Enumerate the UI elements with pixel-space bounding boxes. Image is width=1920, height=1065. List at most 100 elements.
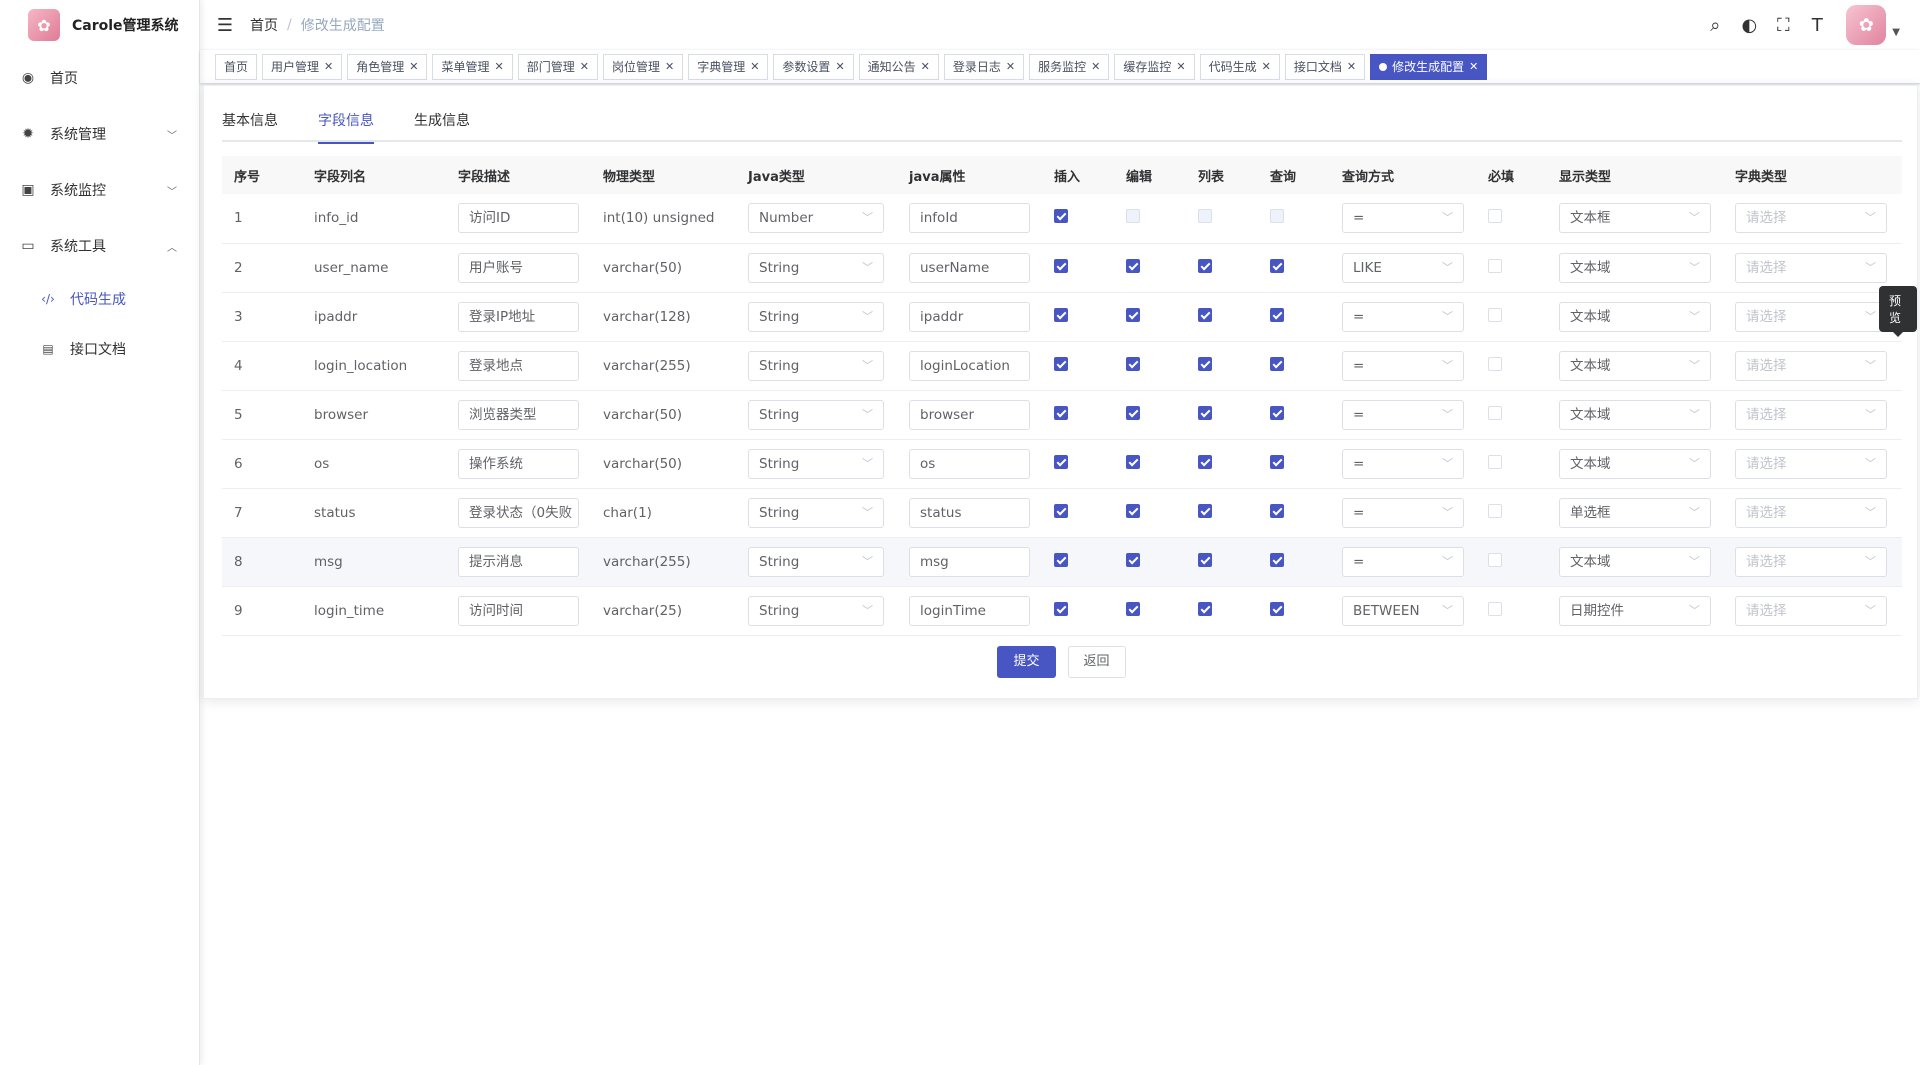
required-checkbox[interactable]	[1488, 552, 1502, 567]
tag-item[interactable]: 接口文档 ✕	[1284, 53, 1366, 80]
close-icon[interactable]: ✕	[1469, 60, 1478, 73]
tag-item[interactable]: 参数设置 ✕	[773, 53, 854, 80]
html-type-select[interactable]: 文本框 ﹀	[1559, 203, 1711, 234]
tag-item[interactable]: 服务监控 ✕	[1029, 53, 1110, 80]
column-desc-input[interactable]: 操作系统	[458, 448, 579, 479]
java-attr-input[interactable]: os	[909, 448, 1030, 479]
tag-item[interactable]: 缓存监控 ✕	[1114, 53, 1195, 80]
list-checkbox[interactable]	[1198, 258, 1212, 273]
column-desc-input[interactable]: 登录地点	[458, 350, 579, 381]
font-size-icon[interactable]: T	[1800, 15, 1834, 36]
tab-column-info[interactable]: 字段信息	[318, 108, 374, 144]
sidebar-item-monitor[interactable]: ▣ 系统监控 ﹀	[0, 162, 199, 218]
query-checkbox[interactable]	[1270, 307, 1284, 322]
caret-down-icon[interactable]: ▼	[1892, 27, 1900, 38]
close-icon[interactable]: ✕	[409, 60, 418, 73]
required-checkbox[interactable]	[1488, 307, 1502, 322]
close-icon[interactable]: ✕	[324, 60, 333, 73]
insert-checkbox[interactable]	[1054, 307, 1068, 322]
column-desc-input[interactable]: 登录IP地址	[458, 301, 579, 332]
required-checkbox[interactable]	[1488, 258, 1502, 273]
column-desc-input[interactable]: 访问时间	[458, 595, 579, 626]
html-type-select[interactable]: 文本域 ﹀	[1559, 546, 1711, 577]
dict-type-select[interactable]: 请选择 ﹀	[1735, 448, 1887, 479]
java-attr-input[interactable]: infoId	[909, 203, 1030, 234]
java-attr-input[interactable]: msg	[909, 546, 1030, 577]
java-attr-input[interactable]: ipaddr	[909, 301, 1030, 332]
column-desc-input[interactable]: 访问ID	[458, 203, 579, 234]
dict-type-select[interactable]: 请选择 ﹀	[1735, 203, 1887, 234]
close-icon[interactable]: ✕	[1262, 60, 1271, 73]
insert-checkbox[interactable]	[1054, 601, 1068, 616]
close-icon[interactable]: ✕	[750, 60, 759, 73]
tag-item[interactable]: 岗位管理 ✕	[602, 53, 684, 80]
dict-type-select[interactable]: 请选择 ﹀	[1735, 595, 1887, 626]
tag-item[interactable]: 通知公告 ✕	[858, 53, 939, 80]
query-checkbox[interactable]	[1270, 503, 1284, 518]
html-type-select[interactable]: 文本域 ﹀	[1559, 252, 1711, 283]
dict-type-select[interactable]: 请选择 ﹀	[1735, 252, 1887, 283]
required-checkbox[interactable]	[1488, 601, 1502, 616]
html-type-select[interactable]: 文本域 ﹀	[1559, 301, 1711, 332]
column-desc-input[interactable]: 用户账号	[458, 252, 579, 283]
java-attr-input[interactable]: loginLocation	[909, 350, 1030, 381]
close-icon[interactable]: ✕	[1176, 60, 1185, 73]
avatar[interactable]: ✿	[1846, 5, 1887, 45]
sidebar-item-home[interactable]: ◉ 首页	[0, 50, 199, 106]
java-attr-input[interactable]: status	[909, 497, 1030, 528]
dict-type-select[interactable]: 请选择 ﹀	[1735, 350, 1887, 381]
insert-checkbox[interactable]	[1054, 454, 1068, 469]
java-type-select[interactable]: Number ﹀	[748, 203, 884, 234]
insert-checkbox[interactable]	[1054, 356, 1068, 371]
html-type-select[interactable]: 单选框 ﹀	[1559, 497, 1711, 528]
tag-item[interactable]: 角色管理 ✕	[347, 53, 428, 80]
query-checkbox[interactable]	[1270, 454, 1284, 469]
java-type-select[interactable]: String ﹀	[748, 546, 884, 577]
query-checkbox[interactable]	[1270, 601, 1284, 616]
list-checkbox[interactable]	[1198, 454, 1212, 469]
back-button[interactable]: 返回	[1067, 646, 1126, 678]
close-icon[interactable]: ✕	[921, 60, 930, 73]
tab-basic-info[interactable]: 基本信息	[222, 108, 278, 142]
close-icon[interactable]: ✕	[665, 60, 674, 73]
dict-type-select[interactable]: 请选择 ﹀	[1735, 399, 1887, 430]
edit-checkbox[interactable]	[1126, 601, 1140, 616]
query-type-select[interactable]: = ﹀	[1342, 203, 1464, 234]
fullscreen-icon[interactable]: ⛶	[1766, 15, 1800, 36]
tag-item[interactable]: 字典管理 ✕	[688, 53, 769, 80]
list-checkbox[interactable]	[1198, 601, 1212, 616]
edit-checkbox[interactable]	[1126, 307, 1140, 322]
required-checkbox[interactable]	[1488, 209, 1502, 224]
java-type-select[interactable]: String ﹀	[748, 595, 884, 626]
required-checkbox[interactable]	[1488, 356, 1502, 371]
query-type-select[interactable]: = ﹀	[1342, 350, 1464, 381]
github-icon[interactable]: ◐	[1732, 15, 1766, 36]
sidebar-item-api-docs[interactable]: ▤ 接口文档	[0, 324, 199, 374]
sidebar-item-codegen[interactable]: ‹/› 代码生成	[0, 274, 199, 324]
edit-checkbox[interactable]	[1126, 552, 1140, 567]
query-type-select[interactable]: = ﹀	[1342, 497, 1464, 528]
query-checkbox[interactable]	[1270, 405, 1284, 420]
edit-checkbox[interactable]	[1126, 356, 1140, 371]
java-type-select[interactable]: String ﹀	[748, 399, 884, 430]
list-checkbox[interactable]	[1198, 503, 1212, 518]
sidebar-item-system[interactable]: ✹ 系统管理 ﹀	[0, 106, 199, 162]
close-icon[interactable]: ✕	[1091, 60, 1100, 73]
hamburger-icon[interactable]: ☰	[200, 15, 250, 36]
java-attr-input[interactable]: loginTime	[909, 595, 1030, 626]
required-checkbox[interactable]	[1488, 405, 1502, 420]
query-checkbox[interactable]	[1270, 356, 1284, 371]
close-icon[interactable]: ✕	[580, 60, 589, 73]
column-desc-input[interactable]: 提示消息	[458, 546, 579, 577]
dict-type-select[interactable]: 请选择 ﹀	[1735, 497, 1887, 528]
dict-type-select[interactable]: 请选择 ﹀	[1735, 546, 1887, 577]
search-icon[interactable]: ⌕	[1698, 15, 1732, 36]
tag-item-active[interactable]: 修改生成配置 ✕	[1370, 53, 1488, 80]
java-attr-input[interactable]: userName	[909, 252, 1030, 283]
close-icon[interactable]: ✕	[1347, 60, 1356, 73]
insert-checkbox[interactable]	[1054, 258, 1068, 273]
query-checkbox[interactable]	[1270, 258, 1284, 273]
tag-item[interactable]: 部门管理 ✕	[517, 53, 598, 80]
java-type-select[interactable]: String ﹀	[748, 497, 884, 528]
edit-checkbox[interactable]	[1126, 503, 1140, 518]
